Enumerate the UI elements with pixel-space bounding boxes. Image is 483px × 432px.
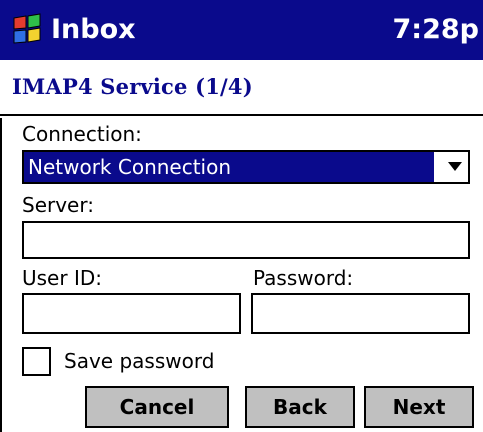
windows-flag-icon[interactable] (10, 12, 44, 46)
userid-input[interactable] (22, 293, 241, 334)
connection-label: Connection: (22, 122, 142, 146)
next-button[interactable]: Next (364, 386, 474, 428)
save-password-label: Save password (64, 349, 215, 373)
chevron-down-icon[interactable] (448, 162, 462, 171)
save-password-checkbox[interactable] (22, 347, 51, 376)
connection-selected-value: Network Connection (24, 152, 434, 182)
back-button[interactable]: Back (245, 386, 355, 428)
userid-label: User ID: (22, 266, 102, 290)
title-bar: Inbox 7:28p (0, 0, 483, 60)
page-header: IMAP4 Service (1/4) (0, 60, 483, 116)
app-title: Inbox (51, 14, 136, 45)
cancel-button[interactable]: Cancel (85, 386, 229, 428)
server-label: Server: (22, 193, 94, 217)
connection-select[interactable]: Network Connection (22, 150, 470, 184)
password-label: Password: (253, 266, 354, 290)
page-title: IMAP4 Service (1/4) (12, 74, 253, 99)
server-input[interactable] (22, 221, 470, 259)
password-input[interactable] (251, 293, 470, 334)
clock[interactable]: 7:28p (393, 13, 479, 47)
